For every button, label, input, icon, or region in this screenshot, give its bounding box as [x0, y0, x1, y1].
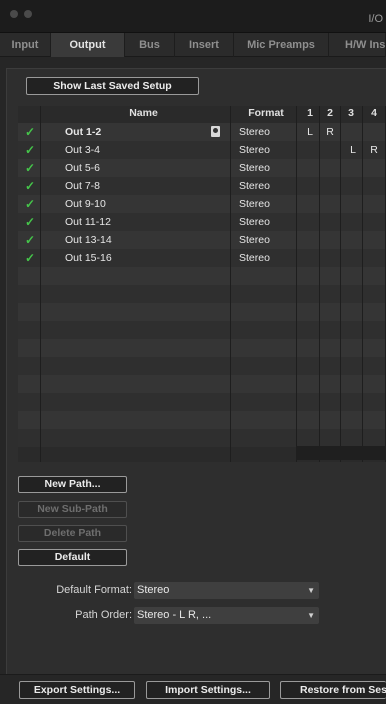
checkmark-icon[interactable]: ✓ [25, 231, 35, 249]
empty-row [18, 321, 386, 339]
checkmark-icon[interactable]: ✓ [25, 213, 35, 231]
default-format-value: Stereo [137, 584, 170, 596]
table-row[interactable]: ✓ Out 5-6 Stereo [18, 159, 386, 177]
column-divider [340, 106, 341, 462]
path-name[interactable]: Out 3-4 [65, 141, 100, 159]
empty-row [18, 375, 386, 393]
delete-path-button[interactable]: Delete Path [18, 525, 127, 542]
import-settings-button[interactable]: Import Settings... [146, 681, 270, 699]
chevron-down-icon: ▼ [307, 586, 315, 595]
path-format[interactable]: Stereo [239, 231, 270, 249]
window-title: I/O [368, 13, 383, 25]
column-divider [319, 106, 320, 462]
channel-assignment[interactable]: L [343, 141, 363, 159]
channel-header-2: 2 [327, 107, 333, 119]
path-name[interactable]: Out 1-2 [65, 123, 101, 141]
tab-input[interactable]: Input [0, 33, 51, 57]
close-window-button[interactable] [10, 10, 18, 18]
empty-row [18, 339, 386, 357]
channel-header-3: 3 [348, 107, 354, 119]
empty-row [18, 393, 386, 411]
path-format[interactable]: Stereo [239, 195, 270, 213]
table-row[interactable]: ✓ Out 11-12 Stereo [18, 213, 386, 231]
path-format[interactable]: Stereo [239, 249, 270, 267]
tab-bar: Input Output Bus Insert Mic Preamps H/W … [0, 33, 386, 57]
channel-assignment[interactable]: L [300, 123, 320, 141]
default-format-label: Default Format: [56, 584, 132, 596]
path-name[interactable]: Out 13-14 [65, 231, 112, 249]
tab-output[interactable]: Output [51, 33, 125, 57]
path-name[interactable]: Out 9-10 [65, 195, 106, 213]
table-row[interactable]: ✓ Out 1-2 Stereo L R [18, 123, 386, 141]
path-name[interactable]: Out 7-8 [65, 177, 100, 195]
table-row[interactable]: ✓ Out 9-10 Stereo [18, 195, 386, 213]
checkmark-icon[interactable]: ✓ [25, 249, 35, 267]
table-row[interactable]: ✓ Out 15-16 Stereo [18, 249, 386, 267]
column-divider [362, 106, 363, 462]
show-last-saved-setup-button[interactable]: Show Last Saved Setup [26, 77, 199, 95]
path-order-label: Path Order: [75, 609, 132, 621]
output-paths-table: Name Format 1 2 3 4 ✓ Out 1-2 Stereo L R… [18, 106, 386, 462]
checkmark-icon[interactable]: ✓ [25, 159, 35, 177]
path-order-select[interactable]: Stereo - L R, ... ▼ [134, 607, 319, 624]
checkmark-icon[interactable]: ✓ [25, 177, 35, 195]
channel-assignment[interactable]: R [364, 141, 384, 159]
empty-row [18, 357, 386, 375]
table-row[interactable]: ✓ Out 3-4 Stereo L R [18, 141, 386, 159]
chevron-down-icon: ▼ [307, 611, 315, 620]
empty-row [18, 303, 386, 321]
path-order-value: Stereo - L R, ... [137, 609, 212, 621]
minimize-window-button[interactable] [24, 10, 32, 18]
column-header-format: Format [248, 107, 284, 119]
restore-from-session-button[interactable]: Restore from Session [280, 681, 386, 699]
new-sub-path-button[interactable]: New Sub-Path [18, 501, 127, 518]
empty-row [18, 411, 386, 429]
tab-insert[interactable]: Insert [175, 33, 234, 57]
tab-bus[interactable]: Bus [125, 33, 175, 57]
lock-icon [211, 126, 220, 137]
path-name[interactable]: Out 11-12 [65, 213, 111, 231]
column-divider [40, 106, 41, 462]
path-format[interactable]: Stereo [239, 123, 270, 141]
path-format[interactable]: Stereo [239, 141, 270, 159]
channel-assignment[interactable] [364, 123, 384, 141]
channel-header-1: 1 [307, 107, 313, 119]
channel-header-4: 4 [371, 107, 377, 119]
column-divider [230, 106, 231, 462]
column-divider [296, 106, 297, 462]
path-name[interactable]: Out 5-6 [65, 159, 100, 177]
empty-row [18, 429, 386, 447]
path-name[interactable]: Out 15-16 [65, 249, 112, 267]
path-format[interactable]: Stereo [239, 213, 270, 231]
path-format[interactable]: Stereo [239, 159, 270, 177]
checkmark-icon[interactable]: ✓ [25, 123, 35, 141]
horizontal-scrollbar[interactable] [296, 446, 386, 460]
empty-row [18, 285, 386, 303]
default-format-select[interactable]: Stereo ▼ [134, 582, 319, 599]
channel-assignment[interactable] [320, 141, 340, 159]
title-bar: I/O [0, 0, 386, 33]
table-row[interactable]: ✓ Out 13-14 Stereo [18, 231, 386, 249]
channel-assignment[interactable]: R [320, 123, 340, 141]
channel-assignment[interactable] [300, 141, 320, 159]
path-format[interactable]: Stereo [239, 177, 270, 195]
tab-hw-insert[interactable]: H/W Insert [329, 33, 386, 57]
checkmark-icon[interactable]: ✓ [25, 141, 35, 159]
default-button[interactable]: Default [18, 549, 127, 566]
export-settings-button[interactable]: Export Settings... [19, 681, 135, 699]
column-header-name: Name [129, 107, 158, 119]
channel-assignment[interactable] [343, 123, 363, 141]
table-row[interactable]: ✓ Out 7-8 Stereo [18, 177, 386, 195]
new-path-button[interactable]: New Path... [18, 476, 127, 493]
empty-row [18, 267, 386, 285]
checkmark-icon[interactable]: ✓ [25, 195, 35, 213]
tab-mic-preamps[interactable]: Mic Preamps [234, 33, 329, 57]
bottom-bar: Export Settings... Import Settings... Re… [0, 674, 386, 704]
